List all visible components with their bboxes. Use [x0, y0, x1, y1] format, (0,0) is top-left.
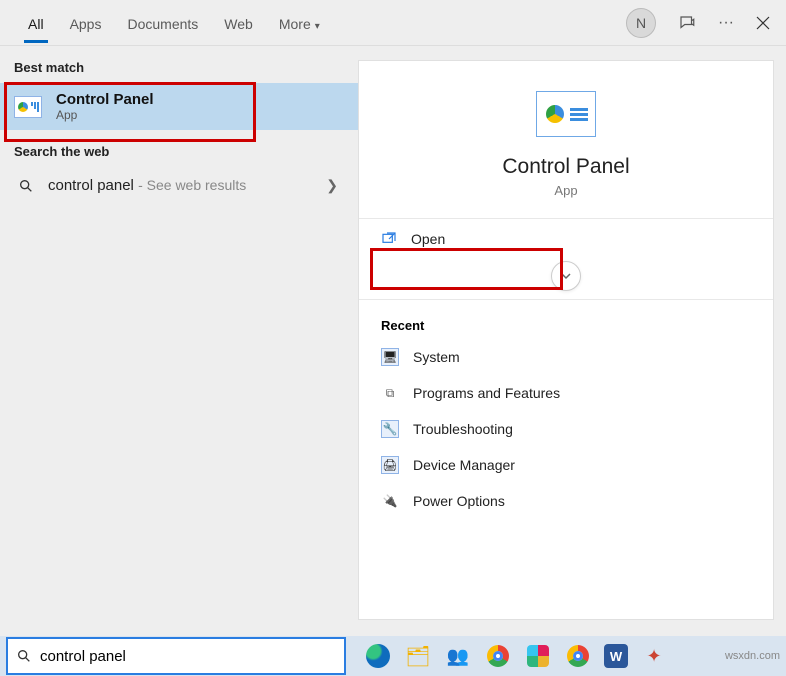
filter-tabs: All Apps Documents Web More▾: [18, 4, 330, 42]
more-options-icon[interactable]: ···: [718, 14, 734, 32]
user-avatar[interactable]: N: [626, 8, 656, 38]
taskbar-word[interactable]: W: [604, 644, 628, 668]
open-icon: [381, 231, 397, 247]
slack-icon: [527, 645, 549, 667]
search-icon: [18, 178, 34, 194]
feedback-icon[interactable]: [678, 14, 696, 32]
taskbar-chrome-2[interactable]: [564, 642, 592, 670]
tab-more[interactable]: More▾: [269, 4, 330, 42]
tab-all[interactable]: All: [18, 4, 54, 42]
chrome-icon: [567, 645, 589, 667]
search-icon: [16, 648, 32, 664]
troubleshooting-icon: 🔧: [381, 420, 399, 438]
result-title: Control Panel: [56, 91, 154, 108]
taskbar-edge[interactable]: [364, 642, 392, 670]
recent-item-power-options[interactable]: 🔌 Power Options: [359, 483, 773, 519]
web-query-text: control panel - See web results: [48, 177, 246, 194]
recent-item-system[interactable]: 🖥 System: [359, 339, 773, 375]
chevron-right-icon: ❯: [326, 177, 338, 194]
taskbar-explorer[interactable]: 🗂: [404, 642, 432, 670]
expand-actions-button[interactable]: [551, 261, 581, 291]
control-panel-icon-large: [536, 91, 596, 137]
word-icon: W: [610, 649, 622, 664]
taskbar-search-input[interactable]: [40, 648, 336, 665]
edge-icon: [366, 644, 390, 668]
watermark-text: wsxdn.com: [725, 650, 780, 662]
app-icon: ✦: [646, 646, 661, 667]
taskbar-teams[interactable]: 👥: [444, 642, 472, 670]
tab-apps[interactable]: Apps: [60, 4, 112, 42]
taskbar-search[interactable]: [6, 637, 346, 675]
detail-subtitle: App: [554, 183, 577, 198]
power-options-icon: 🔌: [381, 492, 399, 510]
folder-icon: 🗂: [405, 644, 430, 669]
taskbar-app[interactable]: ✦: [640, 642, 668, 670]
teams-icon: 👥: [447, 646, 469, 667]
open-action[interactable]: Open: [359, 219, 773, 259]
result-control-panel[interactable]: Control Panel App: [0, 83, 358, 130]
detail-pane: Control Panel App Open Recent: [358, 60, 774, 620]
detail-title: Control Panel: [502, 155, 629, 179]
programs-icon: ⧉: [381, 384, 399, 402]
result-subtitle: App: [56, 108, 154, 122]
taskbar: 🗂 👥 W ✦ wsxdn.com: [0, 636, 786, 676]
recent-item-programs[interactable]: ⧉ Programs and Features: [359, 375, 773, 411]
taskbar-slack[interactable]: [524, 642, 552, 670]
device-manager-icon: 🖨: [381, 456, 399, 474]
recent-label: Recent: [359, 300, 773, 339]
search-header: All Apps Documents Web More▾ N ···: [0, 0, 786, 46]
open-label: Open: [411, 231, 445, 247]
system-icon: 🖥: [381, 348, 399, 366]
control-panel-icon: [14, 96, 42, 118]
tab-web[interactable]: Web: [214, 4, 263, 42]
best-match-label: Best match: [0, 46, 358, 83]
close-icon[interactable]: [756, 16, 770, 30]
recent-item-troubleshooting[interactable]: 🔧 Troubleshooting: [359, 411, 773, 447]
recent-item-device-manager[interactable]: 🖨 Device Manager: [359, 447, 773, 483]
chevron-down-icon: ▾: [315, 21, 320, 32]
search-web-label: Search the web: [0, 130, 358, 167]
tab-documents[interactable]: Documents: [117, 4, 208, 42]
results-panel: Best match Control Panel App Search the …: [0, 46, 358, 636]
taskbar-chrome[interactable]: [484, 642, 512, 670]
chrome-icon: [487, 645, 509, 667]
web-search-row[interactable]: control panel - See web results ❯: [0, 167, 358, 204]
